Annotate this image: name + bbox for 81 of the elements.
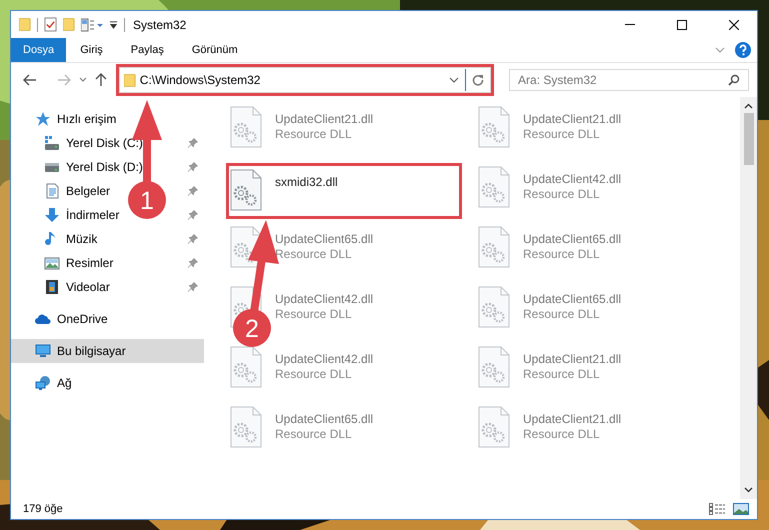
document-icon (44, 183, 60, 199)
network-icon (35, 375, 51, 391)
nav-item[interactable]: Ağ (57, 376, 72, 390)
file-name[interactable]: UpdateClient42.dll (275, 292, 374, 306)
thumbnail-view-icon[interactable] (733, 503, 749, 515)
star-icon (35, 111, 51, 127)
scroll-thumb[interactable] (744, 113, 754, 165)
file-name[interactable]: UpdateClient65.dll (275, 232, 374, 246)
window-title: System32 (133, 18, 186, 32)
nav-item[interactable]: OneDrive (57, 312, 108, 326)
file-name[interactable]: UpdateClient65.dll (275, 412, 374, 426)
chevron-up-icon[interactable] (744, 103, 753, 109)
nav-item[interactable]: İndirmeler (66, 208, 120, 222)
file-type: Resource DLL (275, 247, 353, 261)
ribbon-tab[interactable]: Dosya (11, 38, 66, 62)
file-name[interactable]: UpdateClient21.dll (523, 112, 622, 126)
back-arrow-icon[interactable] (23, 74, 37, 86)
nav-item[interactable]: Resimler (66, 256, 114, 270)
file-name[interactable]: UpdateClient21.dll (523, 412, 622, 426)
ribbon-tab[interactable]: Görünüm (178, 38, 252, 62)
properties-icon[interactable] (81, 18, 103, 32)
dropdown-icon[interactable] (109, 20, 118, 29)
ribbon-tab[interactable]: Paylaş (116, 38, 178, 62)
checklist-icon[interactable] (44, 17, 57, 32)
file-name[interactable]: UpdateClient65.dll (523, 292, 622, 306)
address-bar[interactable]: C:\Windows\System32 (118, 67, 492, 93)
down-arrow-icon (44, 207, 60, 223)
file-type: Resource DLL (523, 187, 601, 201)
chevron-down-icon[interactable] (744, 487, 753, 493)
file-type: Resource DLL (523, 247, 601, 261)
gear-file-icon (230, 106, 262, 148)
item-count: 179 öğe (23, 503, 63, 515)
file-type: Resource DLL (275, 307, 353, 321)
file-type: Resource DLL (523, 427, 601, 441)
file-name[interactable]: UpdateClient42.dll (275, 352, 374, 366)
nav-item[interactable]: Belgeler (66, 184, 110, 198)
search-field[interactable]: Ara: System32 (509, 69, 750, 91)
step-badge: 2 (233, 309, 271, 347)
nav-item[interactable]: Hızlı erişim (57, 112, 116, 126)
nav-item[interactable]: Videolar (66, 280, 110, 294)
file-name[interactable]: UpdateClient21.dll (523, 352, 622, 366)
picture-icon (44, 255, 60, 271)
gear-file-icon (230, 169, 262, 211)
maximize-icon (677, 20, 687, 30)
gear-file-icon (478, 286, 510, 328)
minimize-icon (625, 24, 635, 25)
gear-file-icon (478, 166, 510, 208)
file-name[interactable]: UpdateClient21.dll (275, 112, 374, 126)
search-icon (728, 74, 740, 86)
gear-file-icon (478, 226, 510, 268)
help-icon[interactable] (735, 42, 751, 58)
chevron-down-icon[interactable] (449, 77, 460, 83)
file-type: Resource DLL (275, 367, 353, 381)
close-icon (729, 20, 739, 30)
file-type: Resource DLL (275, 127, 353, 141)
file-type: Resource DLL (275, 427, 353, 441)
file-type: Resource DLL (523, 307, 601, 321)
file-name[interactable]: sxmidi32.dll (275, 175, 338, 189)
file-type: Resource DLL (523, 367, 601, 381)
monitor-icon (35, 343, 51, 359)
gear-file-icon (478, 346, 510, 388)
nav-item[interactable]: Bu bilgisayar (57, 344, 126, 358)
file-type: Resource DLL (523, 127, 601, 141)
gear-file-icon (478, 106, 510, 148)
selected-nav-row[interactable]: Bu bilgisayar (11, 339, 204, 363)
nav-item[interactable]: Müzik (66, 232, 98, 246)
gear-file-icon (230, 346, 262, 388)
ribbon-tab[interactable]: Giriş (66, 38, 117, 62)
nav-item[interactable]: Yerel Disk (D:) (66, 160, 143, 174)
scrollbar[interactable] (740, 97, 757, 499)
file-name[interactable]: UpdateClient42.dll (523, 172, 622, 186)
gear-file-icon (230, 406, 262, 448)
refresh-icon[interactable] (472, 74, 484, 86)
step-badge: 1 (128, 181, 166, 219)
details-view-icon[interactable] (709, 503, 725, 515)
film-icon (44, 279, 60, 295)
gear-file-icon (478, 406, 510, 448)
folder-icon (124, 72, 136, 88)
drive-icon (44, 135, 60, 151)
file-name[interactable]: UpdateClient65.dll (523, 232, 622, 246)
up-arrow-icon[interactable] (94, 73, 107, 87)
